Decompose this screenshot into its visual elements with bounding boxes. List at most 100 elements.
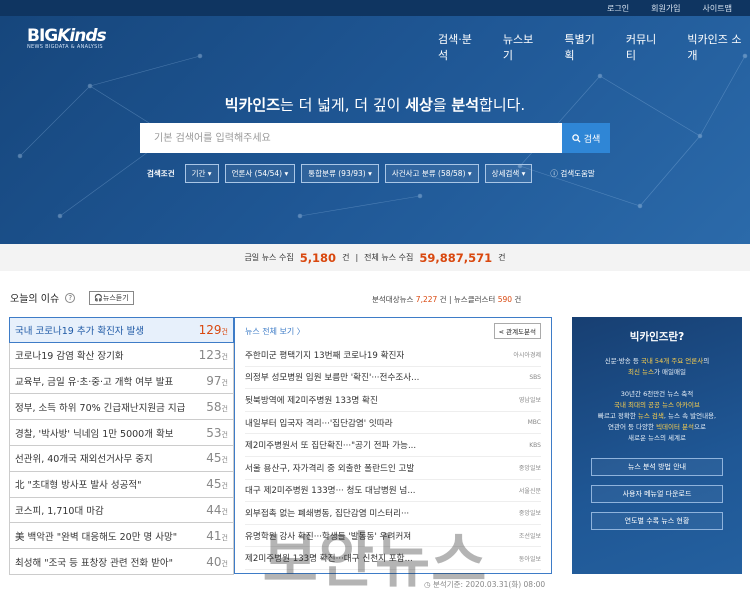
issue-item[interactable]: 경찰, '박사방' 닉네임 1만 5000개 확보 53건 [9,420,234,446]
news-item[interactable]: 제2미주병원 133명 확진···대구 신천지 포함... 동아일보 [245,547,541,570]
issue-count: 41건 [206,529,228,543]
relation-analysis-button[interactable]: ⋖ 관계도분석 [493,323,541,339]
news-title: 유명학원 강사 확진···학생들 '발동동' 우려커져 [245,531,412,542]
bigkinds-logo[interactable]: BIGKinds NEWS BIGDATA & ANALYSIS [27,26,107,50]
issue-item[interactable]: 교육부, 금일 유·초·중·고 개학 여부 발표 97건 [9,368,234,395]
analysis-time-footer: ◷ 분석기준: 2020.03.31(화) 08:00 [424,579,545,590]
news-panel-header: 뉴스 전체 보기 〉 ⋖ 관계도분석 [245,318,541,344]
nav-item-special[interactable]: 특별기획 [564,31,603,63]
incident-category-dropdown[interactable]: 사건사고 분류 (58/58) ▾ [384,164,479,183]
nav-item-about[interactable]: 빅카인즈 소개 [687,31,750,63]
issue-item[interactable]: 정부, 소득 하위 70% 긴급재난지원금 지급 58건 [9,394,234,421]
issue-count-unit: 건 [221,378,228,387]
conditions-label: 검색조건 [147,169,175,178]
headline-text-1: 는 더 넓게, 더 깊이 [280,96,406,114]
issue-label: 경찰, '박사방' 닉네임 1만 5000개 확보 [15,428,174,440]
issue-count-value: 129 [198,322,222,337]
news-source: 중앙일보 [518,465,541,473]
issue-item[interactable]: 美 백악관 "완벽 대응해도 20만 명 사망" 41건 [9,523,234,550]
news-item[interactable]: 제2미주병원서 또 집단확진···"공기 전파 가능... KBS [245,434,541,457]
search-button[interactable]: 검색 [562,123,610,153]
search-input[interactable] [140,123,562,153]
issue-count-value: 44 [206,502,222,517]
news-item[interactable]: 대구 제2미주병원 133명··· 청도 대남병원 넘... 서울신문 [245,480,541,503]
meta-unit-1: 건 [439,295,447,304]
news-item[interactable]: 유명학원 강사 확진···학생들 '발동동' 우려커져 조선일보 [245,525,541,548]
hero-headline: 빅카인즈는 더 넓게, 더 깊이 세상을 분석합니다. [0,94,750,115]
signup-link[interactable]: 회원가입 [651,3,680,14]
headphones-icon: 🎧 [94,293,103,302]
login-link[interactable]: 로그인 [607,3,629,14]
nav-item-search-analysis[interactable]: 검색·분석 [438,31,481,63]
search-conditions: 검색조건 기간 ▾ 언론사 (54/54) ▾ 통합분류 (93/93) ▾ 사… [147,164,595,183]
news-source: SBS [529,373,541,381]
headline-text-3: 합니다. [479,96,526,114]
issue-count-value: 41 [206,528,222,543]
today-label: 금일 뉴스 수집 [244,253,294,262]
detail-search-dropdown[interactable]: 상세검색 ▾ [484,164,533,183]
issue-item[interactable]: 코스피, 1,710대 마감 44건 [9,497,234,524]
news-item[interactable]: 외부접촉 없는 폐쇄병동, 집단감염 미스터리··· 중앙일보 [245,502,541,525]
press-dropdown[interactable]: 언론사 (54/54) ▾ [224,164,296,183]
issue-label: 北 "초대형 방사포 발사 성공적" [15,480,142,492]
issue-count: 58건 [206,400,228,414]
issue-item[interactable]: 선관위, 40개국 재외선거사무 중지 45건 [9,445,234,472]
news-item[interactable]: 주한미군 평택기지 13번째 코로나19 확진자 아시아경제 [245,344,541,367]
about-title: 빅카인즈란? [629,331,685,343]
headline-brand: 빅카인즈 [224,96,280,114]
issue-item[interactable]: 최성해 "조국 등 표창장 관련 전화 받아" 40건 [9,549,234,575]
search-help-link[interactable]: ⓘ 검색도움말 [550,168,594,179]
news-source: 조선일보 [518,533,541,541]
today-issue-title: 오늘의 이슈 [10,294,60,305]
nav-item-news[interactable]: 뉴스보기 [503,31,542,63]
news-source: KBS [529,441,541,449]
main-nav: 검색·분석 뉴스보기 특별기획 커뮤니티 빅카인즈 소개 [438,31,750,63]
issue-count: 129건 [199,323,228,337]
news-list: 주한미군 평택기지 13번째 코로나19 확진자 아시아경제 의정부 성모병원 입원… [245,344,541,570]
listen-news-label: 뉴스듣기 [102,293,129,302]
sitemap-link[interactable]: 사이트맵 [703,3,732,14]
news-title: 주한미군 평택기지 13번째 코로나19 확진자 [245,350,405,361]
issue-count: 123건 [199,348,228,362]
total-label: 전체 뉴스 수집 [364,253,414,262]
news-title: 서울 용산구, 자가격리 중 외출한 폴란드인 고발 [245,463,415,474]
help-question-icon[interactable]: ? [65,292,76,303]
issue-count-unit: 건 [221,430,228,439]
news-item[interactable]: 내일부터 입국자 격리···'집단감염' 잇따라 MBC [245,412,541,435]
listen-news-button[interactable]: 🎧뉴스듣기 [89,290,134,305]
nav-item-community[interactable]: 커뮤니티 [626,31,665,63]
meta-separator: | [448,295,452,304]
issue-count-unit: 건 [221,559,228,568]
total-unit: 건 [498,253,506,262]
issue-count-unit: 건 [221,353,228,362]
hero-banner: BIGKinds NEWS BIGDATA & ANALYSIS 검색·분석 뉴… [0,16,750,244]
issue-item[interactable]: 北 "초대형 방사포 발사 성공적" 45건 [9,471,234,498]
news-source: 동아일보 [518,555,541,563]
desc-1b: 국내 54개 주요 언론사 [640,357,704,365]
search-bar: 검색 [140,123,610,153]
manual-download-button[interactable]: 사용자 메뉴얼 다운로드 [591,485,723,503]
issue-label: 최성해 "조국 등 표창장 관련 전화 받아" [15,557,173,569]
meta-value-analyzed: 7,227 [415,295,438,304]
collection-stats-bar: 금일 뉴스 수집 5,180 건 | 전체 뉴스 수집 59,887,571 건 [0,244,750,271]
news-item[interactable]: 서울 용산구, 자가격리 중 외출한 폴란드인 고발 중앙일보 [245,457,541,480]
issue-count-unit: 건 [221,482,228,491]
search-help-label: 검색도움말 [560,169,595,178]
logo-italic: Kinds [57,26,106,46]
logo-tagline: NEWS BIGDATA & ANALYSIS [27,44,103,50]
issue-item[interactable]: 코로나19 감염 확산 장기화 123건 [9,342,234,369]
issue-item[interactable]: 국내 코로나19 추가 확진자 발생 129건 [9,317,234,343]
period-dropdown[interactable]: 기간 ▾ [184,164,219,183]
news-title: 내일부터 입국자 격리···'집단감염' 잇따라 [245,418,393,429]
view-all-news-link[interactable]: 뉴스 전체 보기 〉 [245,326,305,337]
news-item[interactable]: 뒷북방역에 제2미주병원 133명 확진 영남일보 [245,389,541,412]
category-dropdown[interactable]: 통합분류 (93/93) ▾ [301,164,379,183]
news-item[interactable]: 의정부 성모병원 입원 보름만 '확진'···전수조사... SBS [245,367,541,390]
issue-label: 정부, 소득 하위 70% 긴급재난지원금 지급 [15,402,186,414]
analysis-guide-button[interactable]: 뉴스 분석 방법 안내 [591,458,723,476]
news-panel: 뉴스 전체 보기 〉 ⋖ 관계도분석 주한미군 평택기지 13번째 코로나19 … [234,317,552,574]
search-icon [571,133,581,143]
relation-analysis-label: 관계도분석 [506,328,536,336]
info-icon: ⓘ [550,169,561,178]
yearly-news-status-button[interactable]: 연도별 수록 뉴스 현황 [591,512,723,530]
